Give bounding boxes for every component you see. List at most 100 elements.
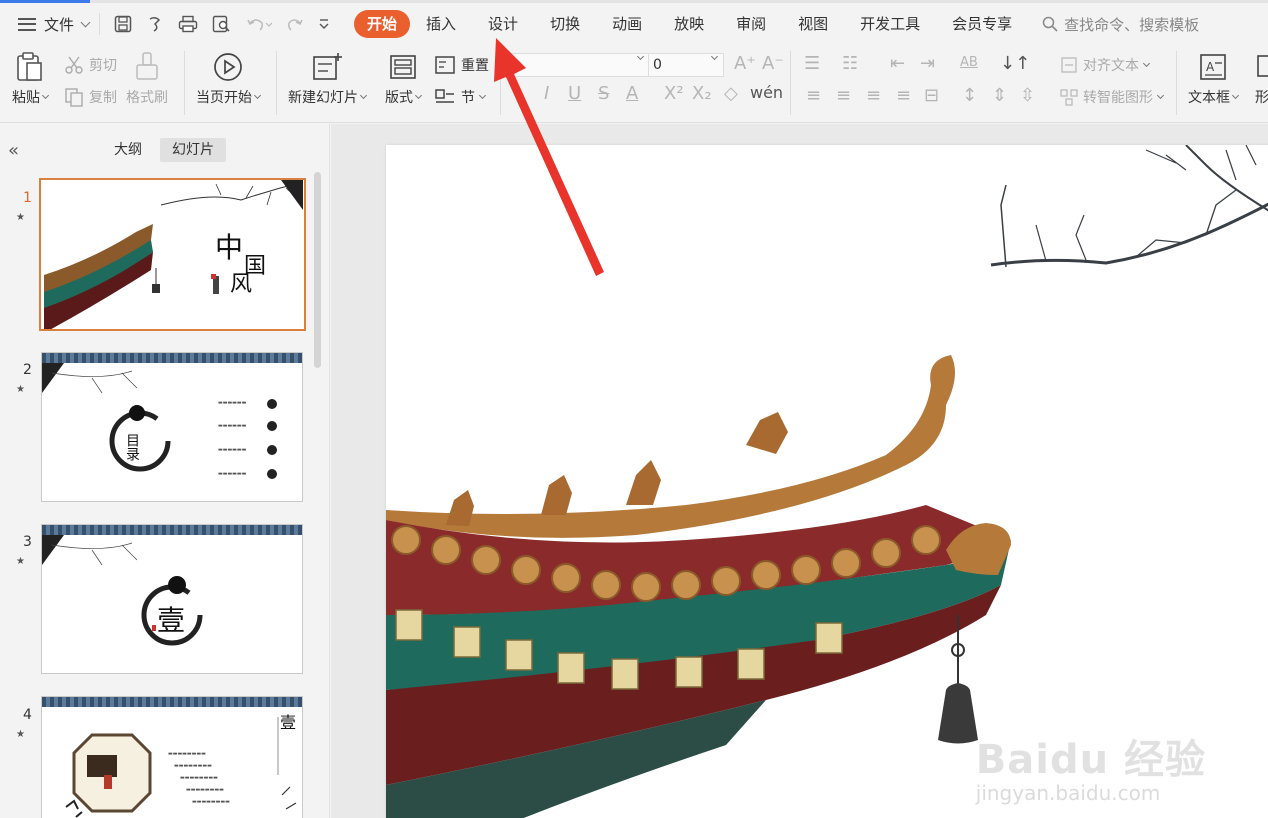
- chevron-down-icon: [1142, 59, 1151, 67]
- text-placeholder-line: ▬▬▬▬▬▬▬▬: [168, 751, 206, 757]
- chevron-down-icon: [414, 91, 423, 99]
- font-color-icon[interactable]: A: [626, 83, 638, 104]
- line-spacing-icon[interactable]: ↕: [962, 85, 977, 106]
- tab-home[interactable]: 开始: [354, 10, 411, 38]
- tab-review[interactable]: 审阅: [720, 10, 782, 38]
- paragraph-spacing-icon[interactable]: ⇕: [992, 85, 1007, 106]
- annotation-arrow-icon: [494, 38, 604, 276]
- paste-icon: [17, 52, 42, 81]
- subscript-icon[interactable]: X₂: [692, 83, 712, 104]
- slide-1-artwork: [44, 180, 304, 329]
- bullets-icon[interactable]: ☰: [804, 53, 820, 74]
- textbox-label: 文本框: [1188, 90, 1230, 106]
- svg-text:A: A: [1206, 60, 1215, 74]
- slide-number: 4: [23, 707, 32, 723]
- slide-number: 1: [23, 190, 32, 206]
- print-preview-icon[interactable]: [212, 15, 232, 33]
- slide-thumbnail-1[interactable]: 中 国 风: [39, 178, 306, 331]
- text-placeholder-line: ▬▬▬▬▬▬▬▬: [192, 799, 230, 805]
- slide-number: 2: [23, 362, 32, 378]
- tab-outline[interactable]: 大纲: [102, 138, 154, 162]
- quick-access-toolbar: [99, 13, 344, 35]
- textbox-button[interactable]: A 文本框: [1188, 51, 1240, 107]
- slide-thumbnail-4[interactable]: 壹 ▬▬▬▬▬▬▬▬ ▬▬▬▬▬▬▬▬ ▬▬▬▬▬▬▬▬ ▬▬▬▬▬▬▬▬ ▬▬…: [41, 696, 303, 818]
- chevron-down-icon: [710, 52, 719, 61]
- file-menu-button[interactable]: 文件: [0, 3, 99, 45]
- chevron-down-icon: [1231, 91, 1240, 99]
- phonetic-guide-icon[interactable]: wén: [750, 83, 783, 102]
- align-left-icon[interactable]: ≡: [806, 85, 821, 106]
- sort-icon[interactable]: ↓↑: [1000, 53, 1030, 74]
- toc-line: ▬▬▬▬▬▬: [218, 471, 247, 477]
- superscript-icon[interactable]: X²: [664, 83, 684, 104]
- layout-button[interactable]: 版式: [385, 51, 423, 107]
- ribbon-toolbar: 粘贴 剪切 复制 格式刷 当页开始 新建幻灯片 版式 重置 节 0 A⁺ A⁻ …: [0, 45, 1268, 123]
- toc-line: ▬▬▬▬▬▬: [218, 423, 247, 429]
- numbering-icon[interactable]: ☷: [842, 53, 858, 74]
- watermark-title: Baidu 经验: [975, 737, 1206, 783]
- align-right-icon[interactable]: ≡: [866, 85, 881, 106]
- cut-button[interactable]: 剪切: [64, 55, 117, 75]
- tab-member[interactable]: 会员专享: [936, 10, 1028, 38]
- print-icon[interactable]: [178, 15, 198, 33]
- copy-icon: [65, 88, 83, 107]
- new-slide-button[interactable]: 新建幻灯片: [288, 51, 368, 107]
- pane-scrollbar[interactable]: [314, 172, 321, 368]
- tab-slideshow[interactable]: 放映: [658, 10, 720, 38]
- undo-icon[interactable]: [246, 15, 273, 33]
- play-from-current-button[interactable]: 当页开始: [196, 51, 262, 107]
- font-size-select[interactable]: 0: [648, 52, 724, 77]
- text-case-icon[interactable]: AB: [960, 55, 978, 70]
- text-direction-icon[interactable]: ⇳: [1020, 85, 1035, 106]
- tab-insert[interactable]: 插入: [410, 10, 472, 38]
- slide-thumbnail-3[interactable]: 壹: [41, 524, 303, 674]
- ribbon-tabs: 开始 插入 设计 切换 动画 放映 审阅 视图 开发工具 会员专享: [354, 10, 1028, 38]
- pane-view-tabs: 大纲 幻灯片: [102, 138, 226, 162]
- smartart-icon: [1060, 89, 1078, 106]
- save-icon[interactable]: [114, 15, 132, 33]
- clear-format-icon[interactable]: ◇: [724, 83, 738, 104]
- distribute-icon[interactable]: ⊟: [924, 85, 939, 106]
- tab-view[interactable]: 视图: [782, 10, 844, 38]
- align-text-button[interactable]: 对齐文本: [1060, 55, 1151, 75]
- shape-icon: [1257, 55, 1268, 77]
- collapse-pane-icon[interactable]: «: [8, 140, 19, 161]
- menu-bar: 文件 开始 插入 设计 切换 动画 放映 审阅 视图 开发工具 会员专享 查找命…: [0, 3, 1268, 45]
- copy-label: 复制: [89, 90, 117, 106]
- tree-branch: [990, 145, 1268, 268]
- slide-4-artwork: [65, 717, 297, 818]
- shape-button[interactable]: 形: [1254, 51, 1268, 107]
- share-icon[interactable]: [146, 15, 164, 33]
- animation-star-icon: ★: [16, 729, 25, 740]
- cut-label: 剪切: [89, 58, 117, 74]
- justify-icon[interactable]: ≡: [896, 85, 911, 106]
- toc-line: ▬▬▬▬▬▬: [218, 400, 247, 406]
- slide-2-toc-label: 目录: [124, 433, 140, 461]
- slide-thumbnail-2[interactable]: 目录 ▬▬▬▬▬▬ ▬▬▬▬▬▬ ▬▬▬▬▬▬ ▬▬▬▬▬▬: [41, 352, 303, 502]
- format-painter-label: 格式刷: [126, 90, 168, 106]
- slide-3-section-char: 壹: [157, 604, 186, 637]
- command-search[interactable]: 查找命令、搜索模板: [1042, 14, 1199, 35]
- chevron-down-icon: [1156, 91, 1165, 99]
- format-painter-button[interactable]: 格式刷: [126, 51, 168, 107]
- align-center-icon[interactable]: ≡: [836, 85, 851, 106]
- slide-number: 3: [23, 534, 32, 550]
- hamburger-icon: [18, 17, 36, 31]
- decrease-font-icon[interactable]: A⁻: [762, 53, 784, 74]
- decrease-indent-icon[interactable]: ⇤: [890, 53, 905, 74]
- section-icon: [435, 89, 454, 103]
- font-size-value: 0: [653, 57, 662, 73]
- customize-toolbar-icon[interactable]: [318, 15, 330, 33]
- increase-indent-icon[interactable]: ⇥: [920, 53, 935, 74]
- shape-label: 形: [1255, 90, 1268, 106]
- redo-icon[interactable]: [286, 15, 304, 33]
- copy-button[interactable]: 复制: [64, 87, 117, 107]
- smartart-button[interactable]: 转智能图形: [1060, 87, 1165, 107]
- format-painter-icon: [136, 52, 158, 80]
- tab-developer[interactable]: 开发工具: [844, 10, 936, 38]
- increase-font-icon[interactable]: A⁺: [734, 53, 756, 74]
- paste-button[interactable]: 粘贴: [12, 51, 50, 107]
- tab-slides[interactable]: 幻灯片: [160, 138, 226, 162]
- search-icon: [1042, 16, 1058, 32]
- animation-star-icon: ★: [16, 212, 25, 223]
